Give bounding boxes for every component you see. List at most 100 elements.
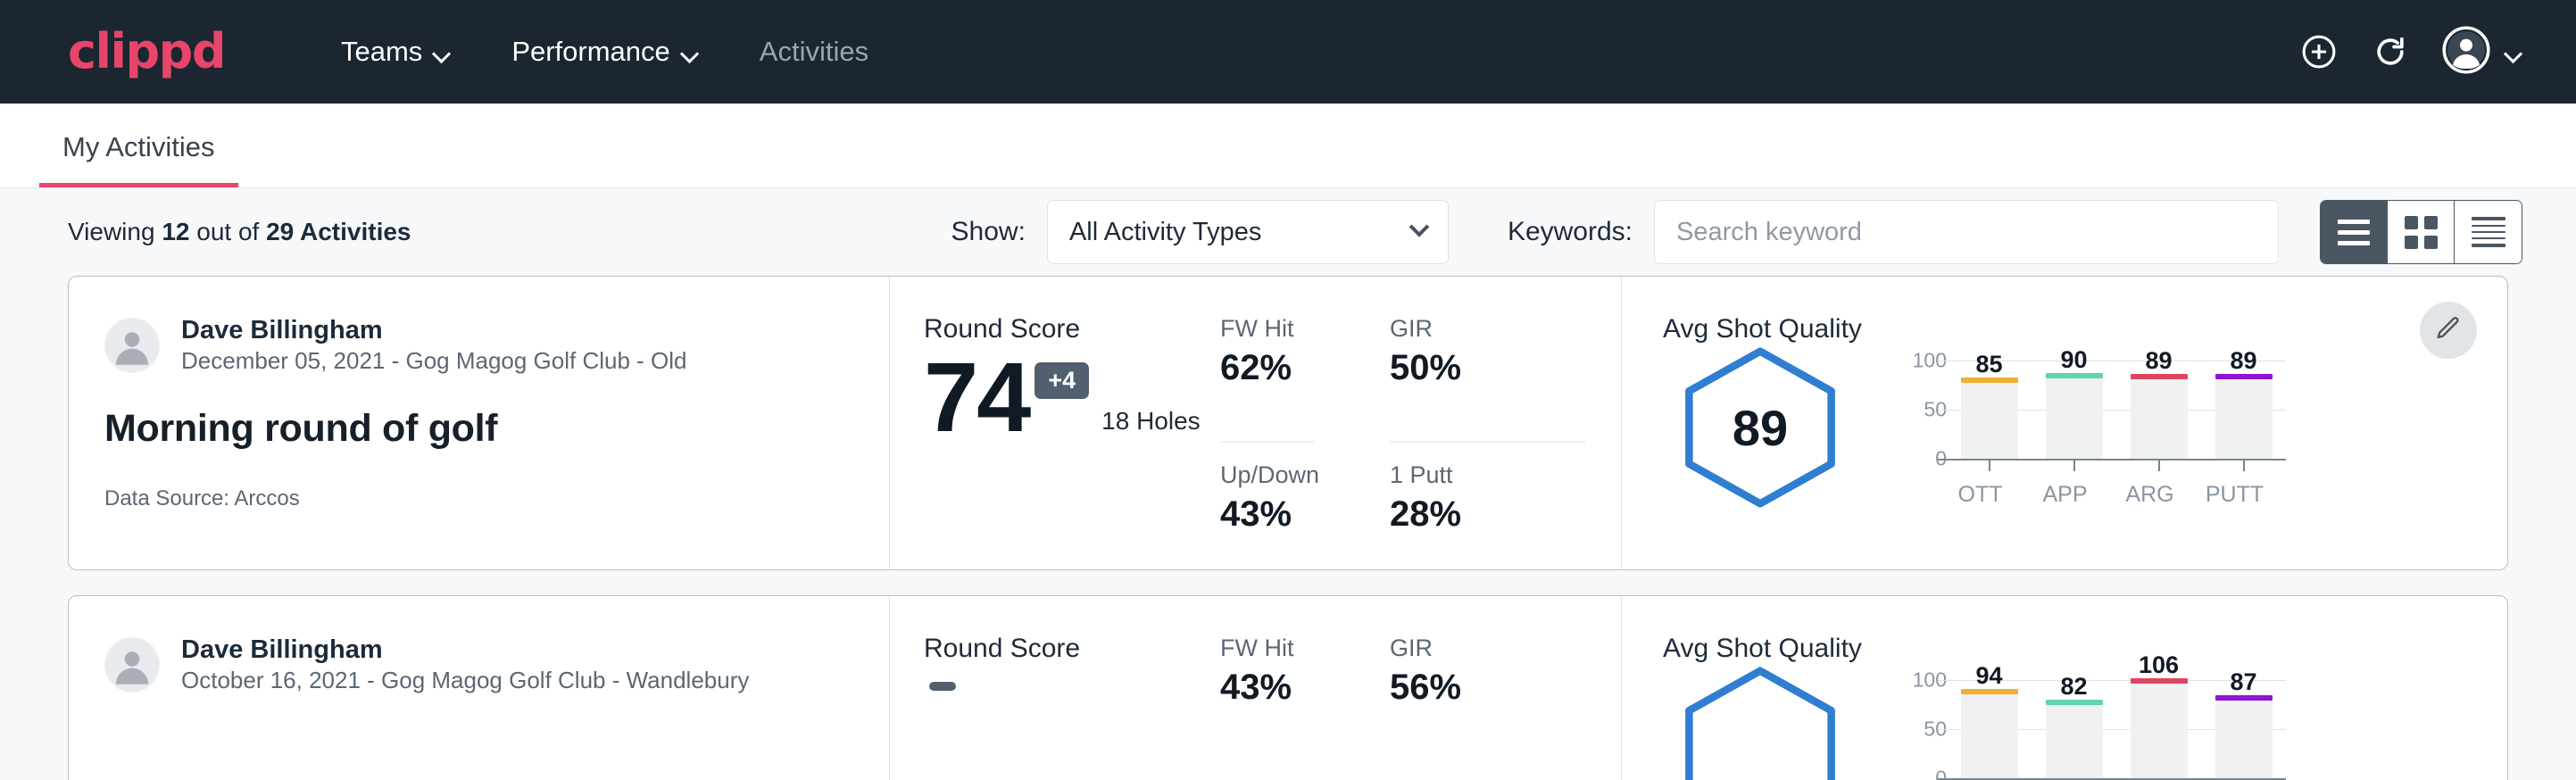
activity-summary-column: Dave Billingham December 05, 2021 - Gog …: [69, 277, 890, 569]
chevron-down-icon: [1409, 217, 1430, 237]
stat-gir: GIR 50%: [1390, 314, 1585, 443]
stat-one-putt-label: 1 Putt: [1390, 461, 1585, 489]
account-menu[interactable]: [2442, 26, 2522, 79]
shot-quality-bar-chart: 100 50 0 85: [1899, 361, 2286, 508]
viewing-count-text: Viewing 12 out of 29 Activities: [68, 218, 411, 246]
chart-plot-area: 94 82 106: [1947, 680, 2286, 778]
chevron-down-icon: [683, 47, 699, 56]
stat-gir-value: 50%: [1390, 348, 1585, 388]
activity-type-select-value: All Activity Types: [1069, 218, 1261, 247]
stat-fw-hit: FW Hit 43%: [1220, 634, 1314, 780]
chart-bar-arg-value: 106: [2139, 651, 2179, 679]
view-mode-compact-button[interactable]: [2455, 201, 2522, 263]
round-stats-grid: FW Hit 43% GIR 56% Up/Down 1 Putt: [1220, 596, 1622, 780]
avatar: [104, 637, 160, 693]
chart-bar-ott: 94: [1947, 680, 2032, 778]
search-input[interactable]: Search keyword: [1654, 200, 2279, 264]
round-score-value-row: 74 +4 18 Holes: [924, 350, 1220, 446]
view-mode-toggle-group: [2320, 200, 2522, 264]
avg-shot-quality-value: [1675, 666, 1845, 780]
nav-item-activities-label: Activities: [760, 36, 868, 68]
app-logo[interactable]: clippd: [68, 28, 225, 76]
filter-bar: Viewing 12 out of 29 Activities Show: Al…: [0, 188, 2576, 276]
nav-item-performance[interactable]: Performance: [481, 27, 728, 77]
stat-fw-hit-label: FW Hit: [1220, 314, 1314, 343]
round-score-column: Round Score 74 +4 18 Holes: [890, 277, 1220, 569]
tab-my-activities-label: My Activities: [62, 131, 215, 162]
chevron-down-icon: [2506, 47, 2522, 56]
score-to-par-badge: [929, 682, 956, 691]
primary-nav-links: Teams Performance Activities: [311, 27, 899, 77]
pencil-icon: [2434, 314, 2463, 347]
stat-fw-hit-label: FW Hit: [1220, 634, 1314, 662]
round-stats-grid: FW Hit 62% GIR 50% Up/Down 43% 1 Putt 28…: [1220, 277, 1622, 569]
stat-gir-value: 56%: [1390, 668, 1585, 708]
chart-x-label-arg: ARG: [2107, 459, 2192, 508]
chart-bar-putt: 87: [2201, 680, 2286, 778]
viewing-total: 29 Activities: [266, 218, 411, 245]
shot-quality-bar-chart: 100 50 0 94: [1899, 680, 2286, 780]
chart-bar-app: 82: [2032, 680, 2116, 778]
activity-meta: October 16, 2021 - Gog Magog Golf Club -…: [181, 666, 749, 696]
view-mode-grid-button[interactable]: [2388, 201, 2455, 263]
avg-shot-quality-value: 89: [1675, 346, 1845, 509]
tab-my-activities[interactable]: My Activities: [39, 131, 238, 187]
nav-actions: [2299, 26, 2522, 79]
player-name: Dave Billingham: [181, 314, 687, 346]
round-score-column: Round Score: [890, 596, 1220, 780]
avg-shot-quality-hexagon: [1675, 666, 1845, 780]
holes-played: 18 Holes: [1101, 407, 1201, 446]
stat-up-down-value: 43%: [1220, 494, 1314, 535]
chart-bar-putt-value: 89: [2230, 347, 2256, 375]
avg-shot-quality-hexagon: 89: [1675, 346, 1845, 509]
chart-bar-putt: 89: [2201, 361, 2286, 459]
activity-card[interactable]: Dave Billingham October 16, 2021 - Gog M…: [68, 595, 2508, 780]
viewing-middle: out of: [189, 218, 266, 245]
plus-circle-icon[interactable]: [2299, 32, 2339, 71]
stat-up-down-label: Up/Down: [1220, 461, 1314, 489]
player-name: Dave Billingham: [181, 634, 749, 666]
activity-card[interactable]: Dave Billingham December 05, 2021 - Gog …: [68, 276, 2508, 570]
show-label: Show:: [951, 217, 1026, 247]
chart-bar-ott-value: 94: [1975, 662, 2002, 690]
round-score-value-row: [924, 669, 1220, 691]
chart-bar-arg: 89: [2116, 361, 2201, 459]
stat-up-down: Up/Down 43%: [1220, 443, 1314, 569]
tab-bar: My Activities: [0, 104, 2576, 188]
round-score-label: Round Score: [924, 634, 1220, 664]
activity-meta: December 05, 2021 - Gog Magog Golf Club …: [181, 346, 687, 377]
chart-bar-putt-value: 87: [2230, 668, 2256, 696]
activity-author-text: Dave Billingham December 05, 2021 - Gog …: [181, 314, 687, 377]
activity-data-source: Data Source: Arccos: [104, 486, 853, 511]
stat-gir-label: GIR: [1390, 634, 1585, 662]
nav-item-activities[interactable]: Activities: [729, 27, 899, 77]
nav-item-teams-label: Teams: [341, 36, 422, 68]
top-navigation-bar: clippd Teams Performance Activities: [0, 0, 2576, 104]
chart-bar-app-value: 82: [2060, 673, 2087, 701]
chart-bar-ott: 85: [1947, 361, 2032, 459]
chart-bars: 94 82 106: [1947, 680, 2286, 778]
chart-bar-arg: 106: [2116, 680, 2201, 778]
chart-bars: 85 90: [1947, 361, 2286, 459]
chart-bar-app: 90: [2032, 361, 2116, 459]
refresh-icon[interactable]: [2371, 32, 2410, 71]
avatar: [104, 318, 160, 373]
chart-x-label-ott: OTT: [1938, 459, 2023, 508]
stat-one-putt-value: 28%: [1390, 494, 1585, 535]
edit-activity-button[interactable]: [2420, 302, 2477, 359]
score-to-par-badge: +4: [1035, 362, 1089, 399]
nav-item-teams[interactable]: Teams: [311, 27, 481, 77]
viewing-prefix: Viewing: [68, 218, 162, 245]
avg-shot-quality-label: Avg Shot Quality: [1663, 634, 2507, 664]
stat-gir-label: GIR: [1390, 314, 1585, 343]
stat-fw-hit: FW Hit 62%: [1220, 314, 1314, 443]
activity-type-select[interactable]: All Activity Types: [1047, 200, 1449, 264]
avg-shot-quality-column: Avg Shot Quality 89 100 50 0: [1622, 277, 2507, 569]
avg-shot-quality-column: Avg Shot Quality 100 50 0: [1622, 596, 2507, 780]
chart-plot-area: 85 90: [1947, 361, 2286, 459]
view-mode-list-button[interactable]: [2321, 201, 2388, 263]
round-score-label: Round Score: [924, 314, 1220, 344]
chart-bar-app-value: 90: [2060, 346, 2087, 374]
activity-card-list: Dave Billingham December 05, 2021 - Gog …: [0, 276, 2576, 780]
activity-author: Dave Billingham October 16, 2021 - Gog M…: [104, 634, 853, 696]
